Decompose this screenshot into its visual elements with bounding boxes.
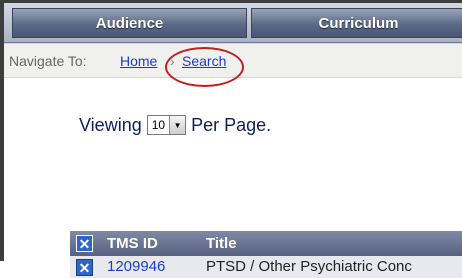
breadcrumb-search-link[interactable]: Search <box>182 53 226 69</box>
nav-tab-curriculum-label: Curriculum <box>318 14 399 32</box>
nav-tab-curriculum[interactable]: Curriculum <box>251 8 462 38</box>
breadcrumb-label: Navigate To: <box>9 53 87 69</box>
column-header-title[interactable]: Title <box>206 235 237 252</box>
select-all-checkbox-icon[interactable]: ✕ <box>76 235 93 252</box>
results-table-header: ✕ TMS ID Title <box>70 231 462 256</box>
per-page-value: 10 <box>151 118 166 132</box>
column-header-tms-id[interactable]: TMS ID <box>107 235 158 252</box>
table-row: ✕ 1209946 PTSD / Other Psychiatric Conc <box>70 256 462 278</box>
breadcrumb: Navigate To: Home › Search <box>4 43 462 78</box>
nav-tab-audience-label: Audience <box>95 14 164 32</box>
paging-suffix: Per Page. <box>191 114 272 135</box>
paging-control: Viewing 10 ▼ Per Page. <box>79 113 271 137</box>
row-checkbox-icon[interactable]: ✕ <box>76 259 93 276</box>
dropdown-arrow-icon[interactable]: ▼ <box>169 116 186 134</box>
main-nav-bar: Audience Curriculum <box>4 3 462 43</box>
per-page-select[interactable]: 10 ▼ <box>146 115 187 135</box>
nav-tab-audience[interactable]: Audience <box>12 8 247 38</box>
breadcrumb-separator: › <box>170 53 175 69</box>
paging-prefix: Viewing <box>79 114 142 135</box>
breadcrumb-home-link[interactable]: Home <box>120 53 157 69</box>
